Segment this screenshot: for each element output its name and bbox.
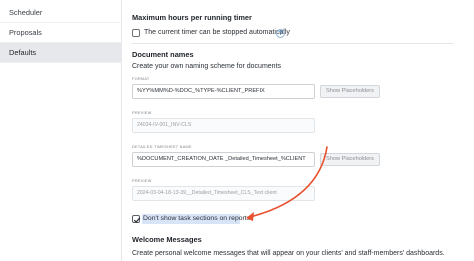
sidebar: Scheduler Proposals Defaults [0,0,122,261]
checkmark-icon [133,217,141,223]
sidebar-item-proposals[interactable]: Proposals [0,23,122,43]
timesheet-preview: 2024-03-04-18-13-39__Detailed_Timesheet_… [132,186,315,201]
timesheet-name-label: DETAILED TIMESHEET NAME [132,145,192,149]
format-input[interactable]: %YY%MM%D-%DOC_%TYPE-%CLIENT_PREFIX [132,84,315,99]
timesheet-name-input[interactable]: %DOCUMENT_CREATION_DATE _Detailed_Timesh… [132,152,315,167]
format-label: FORMAT [132,77,150,81]
document-names-description: Create your own naming scheme for docume… [132,63,282,70]
timesheet-preview-label: PREVIEW [132,179,152,183]
task-sections-label: Don't show task sections on reports [143,215,251,222]
preview-label: PREVIEW [132,111,152,115]
format-preview: 24034-IV-001_INV-CLS [132,118,315,133]
divider [132,43,454,44]
welcome-description: Create personal welcome messages that wi… [132,250,445,257]
auto-stop-checkbox[interactable] [132,29,140,37]
task-sections-checkbox[interactable] [132,215,141,223]
welcome-title: Welcome Messages [132,235,202,244]
max-hours-title: Maximum hours per running timer [132,13,252,22]
show-placeholders-button[interactable]: Show Placeholders [320,85,380,98]
main-content: Maximum hours per running timer The curr… [122,0,474,261]
show-placeholders-button-2[interactable]: Show Placeholders [320,153,380,166]
sidebar-item-scheduler[interactable]: Scheduler [0,3,122,23]
help-icon[interactable]: ? [276,29,285,38]
sidebar-item-defaults[interactable]: Defaults [0,43,122,63]
settings-page: Scheduler Proposals Defaults Maximum hou… [0,0,474,261]
auto-stop-label: The current timer can be stopped automat… [144,29,290,36]
document-names-title: Document names [132,50,194,59]
